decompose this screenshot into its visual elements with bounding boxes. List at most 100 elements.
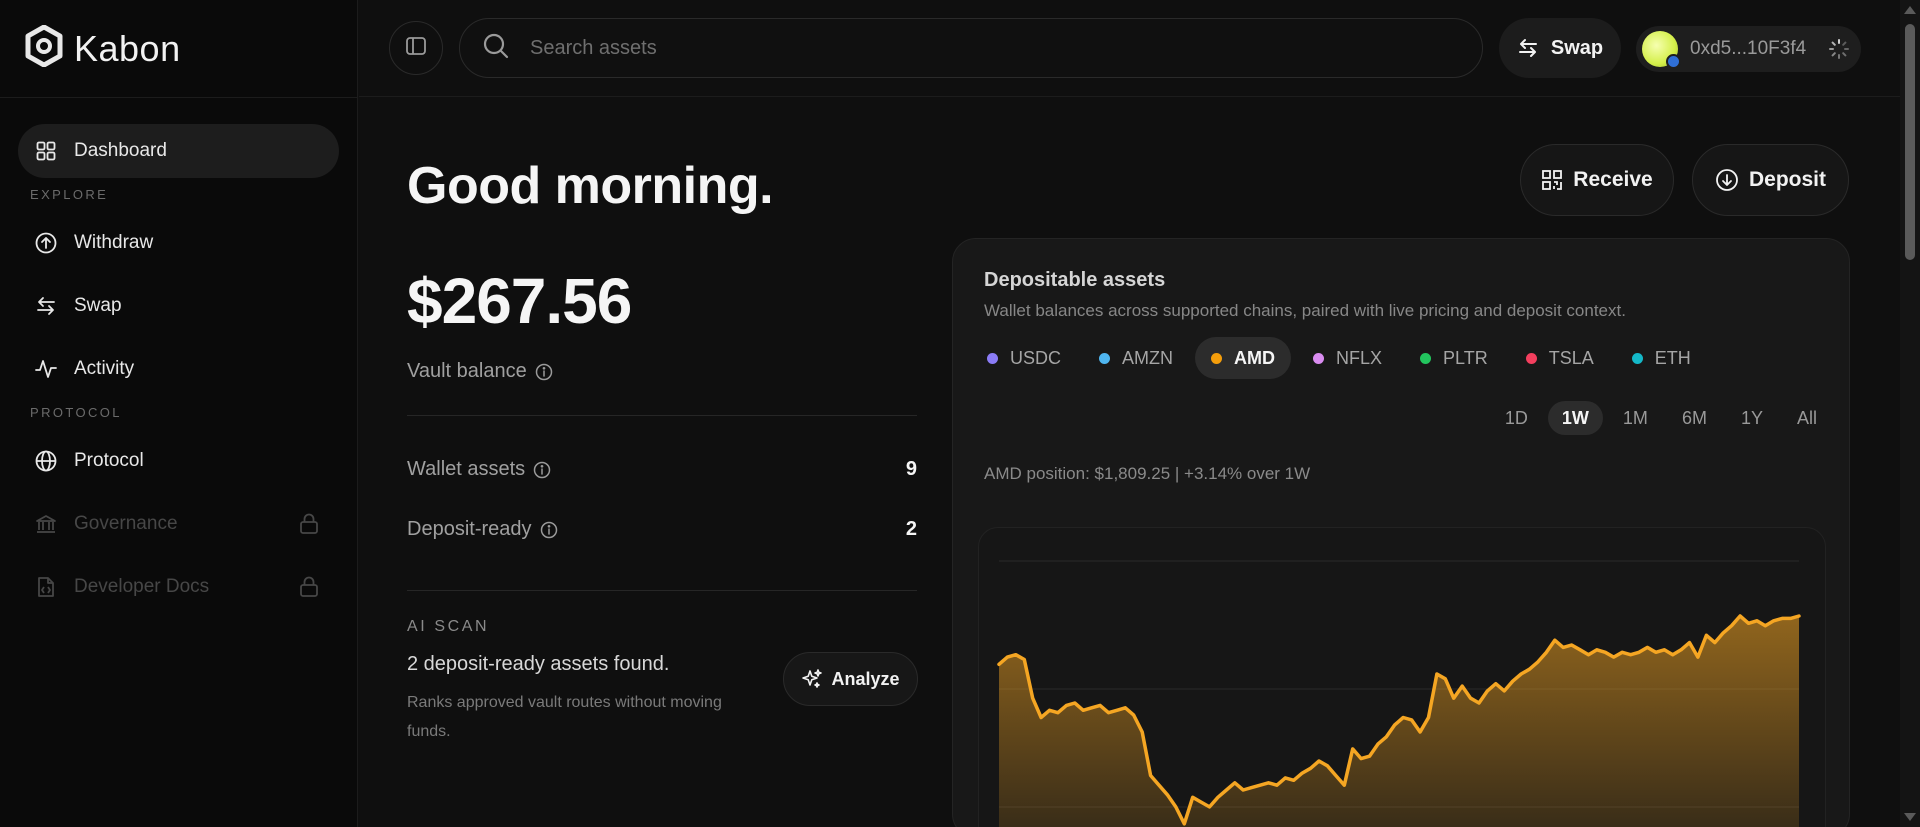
asset-tab-label: NFLX [1336, 347, 1383, 368]
brand[interactable]: Kabon [0, 0, 357, 98]
analyze-button-label: Analyze [831, 668, 900, 689]
sidebar-item-withdraw[interactable]: Withdraw [18, 216, 339, 270]
activity-pulse-icon [34, 357, 58, 381]
asset-tab-pltr[interactable]: PLTR [1404, 337, 1504, 379]
asset-tab-label: PLTR [1443, 347, 1488, 368]
divider [407, 590, 917, 591]
sidebar-item-label: Protocol [74, 450, 144, 471]
sidebar-item-label: Activity [74, 358, 135, 379]
lock-icon [299, 576, 319, 604]
sidebar-nav: Dashboard EXPLORE Withdraw Swap Activity… [0, 98, 357, 614]
asset-tab-amd[interactable]: AMD [1195, 337, 1292, 379]
asset-color-dot [1525, 352, 1537, 364]
price-chart[interactable] [978, 527, 1826, 827]
receive-button[interactable]: Receive [1520, 144, 1674, 216]
asset-tab-eth[interactable]: ETH [1616, 337, 1707, 379]
ai-scan-label: AI SCAN [407, 618, 490, 635]
asset-tab-label: TSLA [1548, 347, 1594, 368]
range-tab-1d[interactable]: 1D [1491, 401, 1542, 435]
sidebar-item-protocol[interactable]: Protocol [18, 434, 339, 488]
asset-tab-label: USDC [1010, 347, 1062, 368]
loading-spinner-icon [1828, 38, 1850, 60]
vault-balance-label-text: Vault balance [407, 360, 527, 382]
search-icon [482, 32, 510, 65]
range-tab-1m[interactable]: 1M [1609, 401, 1662, 435]
asset-tab-label: ETH [1654, 347, 1691, 368]
stat-row-deposit-ready: Deposit-ready 2 [407, 518, 917, 541]
asset-color-dot [1211, 352, 1223, 364]
card-title: Depositable assets [984, 269, 1166, 291]
asset-color-dot [1099, 352, 1111, 364]
range-tab-1y[interactable]: 1Y [1727, 401, 1777, 435]
sidebar-item-label: Developer Docs [74, 576, 210, 597]
brand-name: Kabon [74, 27, 181, 69]
section-label-protocol: PROTOCOL [30, 405, 122, 420]
code-file-icon [34, 575, 58, 599]
scroll-down-arrow-icon[interactable] [1904, 813, 1916, 821]
swap-arrows-icon [34, 294, 58, 318]
arrow-down-circle-icon [1715, 168, 1739, 192]
depositable-assets-card: Depositable assets Wallet balances acros… [952, 238, 1850, 827]
grid-icon [34, 139, 58, 163]
wallet-button[interactable]: 0xd5...10F3f4 [1636, 26, 1861, 72]
time-range-tabs: 1D 1W 1M 6M 1Y All [1485, 401, 1831, 435]
sidebar-item-dashboard[interactable]: Dashboard [18, 124, 339, 178]
wallet-address: 0xd5...10F3f4 [1690, 38, 1807, 59]
sidebar-toggle-button[interactable] [389, 21, 443, 75]
section-label-explore: EXPLORE [30, 187, 109, 202]
asset-color-dot [1420, 352, 1432, 364]
deposit-button-label: Deposit [1748, 168, 1826, 191]
search-input[interactable] [530, 36, 1430, 60]
sidebar: Kabon Dashboard EXPLORE Withdraw Swap Ac… [0, 0, 358, 827]
stat-label: Deposit-ready [407, 518, 558, 541]
asset-tab-nflx[interactable]: NFLX [1297, 337, 1398, 379]
vault-balance-value: $267.56 [407, 265, 632, 337]
stat-value: 9 [905, 458, 917, 480]
swap-button[interactable]: Swap [1499, 18, 1621, 78]
page-title: Good morning. [407, 157, 774, 215]
sidebar-item-developer-docs: Developer Docs [18, 560, 339, 614]
sparkles-icon [801, 668, 823, 690]
arrow-up-circle-icon [34, 231, 58, 255]
asset-tab-tsla[interactable]: TSLA [1510, 337, 1610, 379]
asset-tab-label: AMD [1234, 347, 1276, 368]
stat-label-text: Wallet assets [407, 458, 526, 480]
search-bar[interactable] [459, 18, 1483, 78]
info-icon[interactable] [533, 461, 551, 479]
sidebar-item-governance: Governance [18, 497, 339, 551]
stat-label: Wallet assets [407, 458, 551, 481]
range-tab-1w[interactable]: 1W [1547, 401, 1603, 435]
asset-tab-usdc[interactable]: USDC [971, 337, 1077, 379]
topbar: Swap 0xd5...10F3f4 [359, 0, 1900, 97]
ai-scan-title: 2 deposit-ready assets found. [407, 653, 670, 675]
info-icon[interactable] [535, 363, 553, 381]
asset-color-dot [987, 352, 998, 364]
stat-label-text: Deposit-ready [407, 518, 532, 540]
sidebar-item-activity[interactable]: Activity [18, 342, 339, 396]
range-tab-6m[interactable]: 6M [1668, 401, 1721, 435]
page-scrollbar[interactable] [1900, 0, 1920, 827]
lock-icon [299, 513, 319, 541]
main-content: Good morning. Receive Deposit $267.56 Va… [359, 98, 1900, 827]
swap-arrows-icon [1517, 37, 1539, 59]
receive-button-label: Receive [1573, 168, 1653, 191]
sidebar-item-label: Governance [74, 513, 178, 534]
sidebar-item-label: Dashboard [74, 140, 167, 161]
sidebar-item-label: Swap [74, 295, 122, 316]
price-chart-svg [997, 560, 1801, 827]
info-icon[interactable] [540, 521, 558, 539]
sidebar-item-swap[interactable]: Swap [18, 279, 339, 333]
deposit-button[interactable]: Deposit [1692, 144, 1849, 216]
asset-tab-label: AMZN [1122, 347, 1174, 368]
asset-tab-amzn[interactable]: AMZN [1083, 337, 1189, 379]
globe-icon [34, 449, 58, 473]
card-subtitle: Wallet balances across supported chains,… [984, 301, 1626, 320]
scroll-up-arrow-icon[interactable] [1904, 6, 1916, 14]
range-tab-all[interactable]: All [1783, 401, 1831, 435]
analyze-button[interactable]: Analyze [783, 652, 918, 706]
swap-button-label: Swap [1550, 36, 1604, 59]
qr-code-icon [1541, 169, 1563, 191]
scrollbar-thumb[interactable] [1905, 24, 1915, 260]
bank-icon [34, 512, 58, 536]
vault-balance-label: Vault balance [407, 360, 553, 383]
